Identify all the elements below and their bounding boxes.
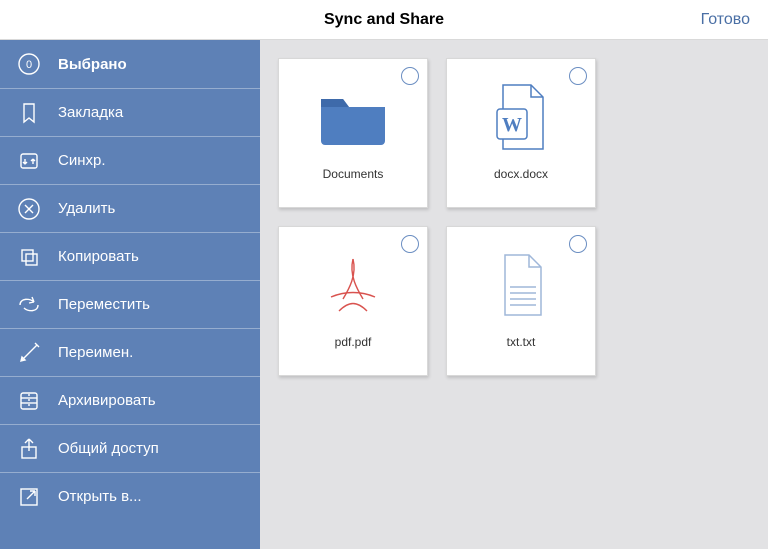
sidebar-item-move[interactable]: Переместить (0, 280, 260, 328)
sidebar-item-label: Копировать (58, 248, 139, 265)
grid-tile-folder[interactable]: Documents (278, 58, 428, 208)
grid-tile-docx[interactable]: W docx.docx (446, 58, 596, 208)
tile-label: docx.docx (494, 167, 548, 181)
sidebar-item-share[interactable]: Общий доступ (0, 424, 260, 472)
sidebar: 0 Выбрано Закладка Синхр. Удалить (0, 40, 260, 549)
delete-icon (16, 196, 42, 222)
sidebar-item-label: Общий доступ (58, 440, 159, 457)
sidebar-item-bookmark[interactable]: Закладка (0, 88, 260, 136)
docx-icon: W (477, 73, 565, 161)
sidebar-item-copy[interactable]: Копировать (0, 232, 260, 280)
svg-text:0: 0 (26, 59, 32, 71)
copy-icon (16, 244, 42, 270)
bookmark-icon (16, 100, 42, 126)
sidebar-item-archive[interactable]: Архивировать (0, 376, 260, 424)
selected-count-icon: 0 (16, 51, 42, 77)
sidebar-item-label: Переимен. (58, 344, 133, 361)
tile-select-circle[interactable] (569, 67, 587, 85)
sidebar-item-openin[interactable]: Открыть в... (0, 472, 260, 520)
sidebar-item-label: Выбрано (58, 56, 127, 73)
sidebar-item-label: Закладка (58, 104, 123, 121)
svg-text:W: W (502, 114, 522, 136)
tile-label: txt.txt (507, 335, 536, 349)
pdf-icon (309, 241, 397, 329)
done-button[interactable]: Готово (683, 11, 768, 29)
share-icon (16, 436, 42, 462)
file-grid: Documents W docx.docx pdf.pdf (260, 40, 768, 549)
sidebar-item-selected-count[interactable]: 0 Выбрано (0, 40, 260, 88)
move-icon (16, 292, 42, 318)
tile-label: pdf.pdf (335, 335, 372, 349)
sidebar-item-sync[interactable]: Синхр. (0, 136, 260, 184)
archive-icon (16, 388, 42, 414)
tile-select-circle[interactable] (401, 67, 419, 85)
folder-icon (309, 73, 397, 161)
sidebar-item-rename[interactable]: Переимен. (0, 328, 260, 376)
grid-tile-pdf[interactable]: pdf.pdf (278, 226, 428, 376)
tile-label: Documents (323, 167, 384, 181)
openin-icon (16, 484, 42, 510)
topbar: Sync and Share Готово (0, 0, 768, 40)
sidebar-item-label: Синхр. (58, 152, 106, 169)
sidebar-item-label: Переместить (58, 296, 150, 313)
tile-select-circle[interactable] (569, 235, 587, 253)
rename-icon (16, 340, 42, 366)
sidebar-item-delete[interactable]: Удалить (0, 184, 260, 232)
sync-icon (16, 148, 42, 174)
tile-select-circle[interactable] (401, 235, 419, 253)
grid-tile-txt[interactable]: txt.txt (446, 226, 596, 376)
txt-icon (477, 241, 565, 329)
sidebar-item-label: Открыть в... (58, 488, 142, 505)
page-title: Sync and Share (324, 11, 444, 29)
sidebar-item-label: Удалить (58, 200, 115, 217)
sidebar-item-label: Архивировать (58, 392, 156, 409)
